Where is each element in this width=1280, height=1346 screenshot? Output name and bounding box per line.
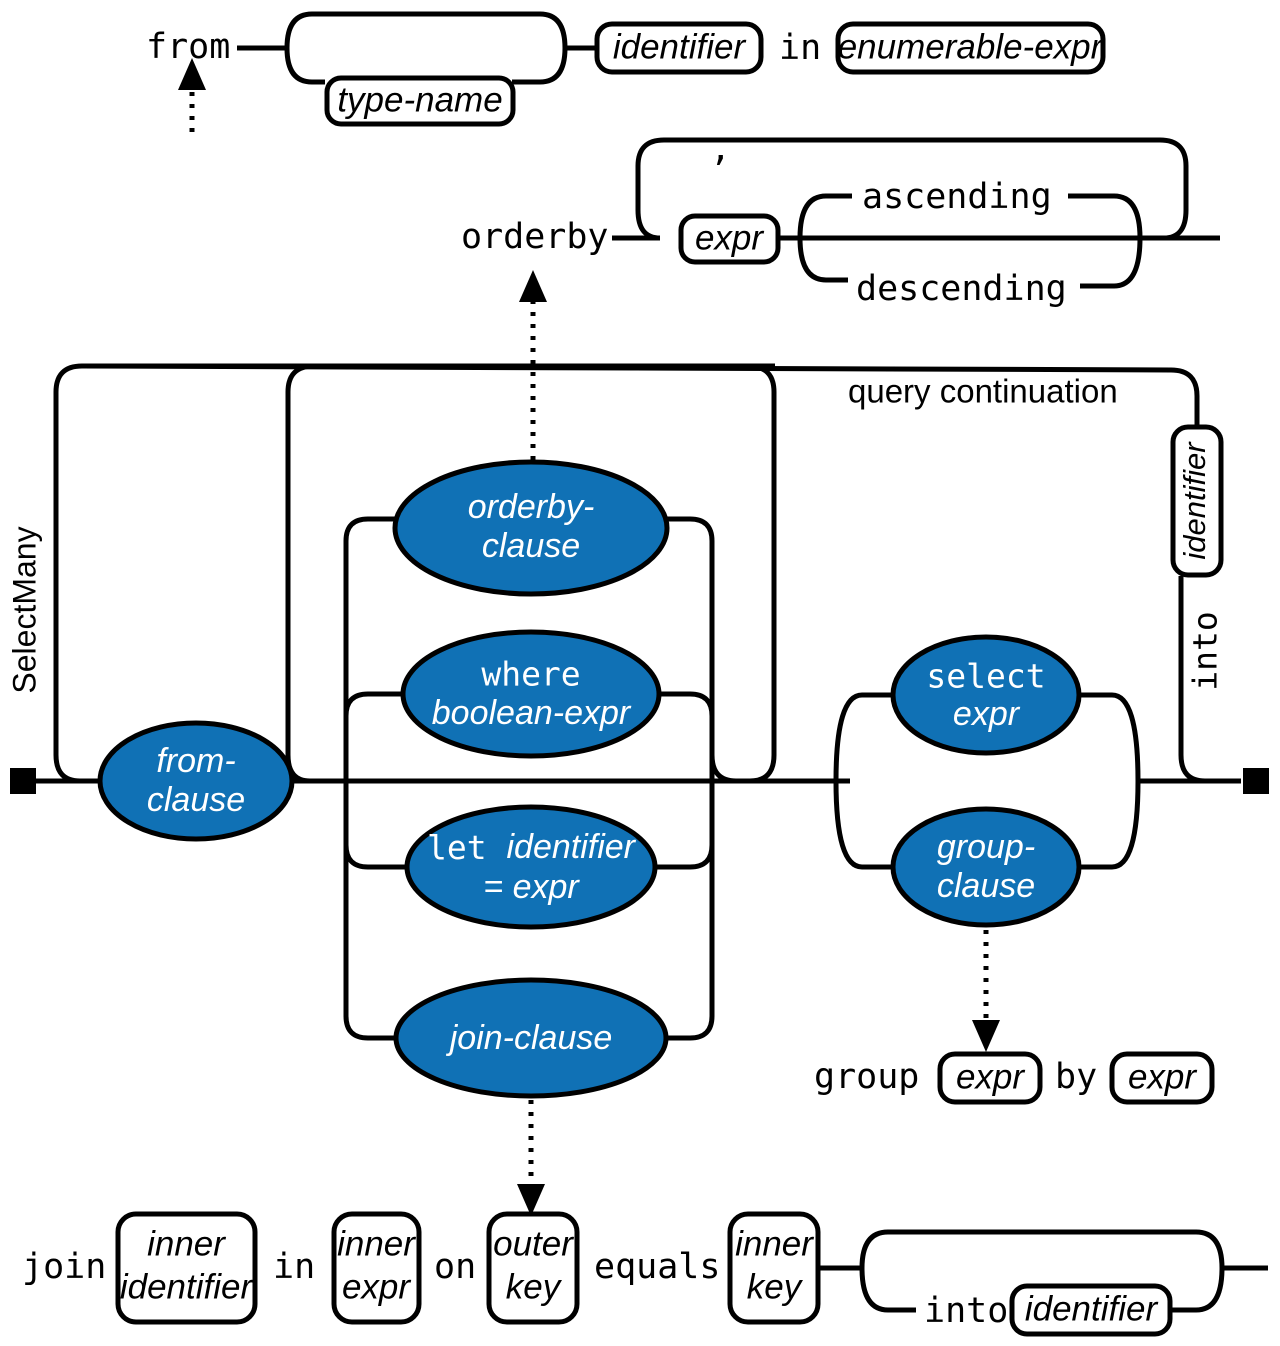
join-clause-expansion: join inner identifier in inner expr on o… bbox=[22, 1100, 1268, 1337]
orderby-clause-expansion: orderby , expr ascending descending bbox=[461, 129, 1220, 460]
let-bubble-line2: = expr bbox=[483, 868, 580, 906]
selectmany-label: SelectMany bbox=[6, 526, 42, 693]
join-keyword: join bbox=[22, 1247, 106, 1287]
join-inner-key-line1: inner bbox=[735, 1224, 814, 1263]
from-bypass-branch bbox=[284, 11, 568, 49]
join-outer-key-line1: outer bbox=[493, 1224, 574, 1263]
orderby-branch-left bbox=[343, 516, 412, 781]
join-pointer-arrow bbox=[517, 1184, 545, 1216]
orderby-descending-label: descending bbox=[856, 269, 1067, 309]
join-inner-expr-line1: inner bbox=[337, 1224, 416, 1263]
let-branch-left bbox=[343, 781, 412, 870]
join-into-identifier-label: identifier bbox=[1025, 1289, 1159, 1328]
select-bubble-line1: select bbox=[926, 657, 1045, 696]
orderby-ascending-left bbox=[797, 193, 852, 239]
join-into-keyword: into bbox=[924, 1291, 1008, 1331]
end-terminal bbox=[1243, 768, 1269, 794]
join-outer-key-line2: key bbox=[506, 1267, 563, 1306]
group-branch-right bbox=[1070, 780, 1141, 870]
select-bubble-line2: expr bbox=[953, 695, 1021, 733]
let-bubble-line1: let identifier bbox=[427, 828, 637, 867]
continuation-identifier-label: identifier bbox=[1177, 441, 1212, 560]
join-into-branch-left bbox=[859, 1267, 916, 1313]
railroad-diagram-page: from type-name identifier in enumerable-… bbox=[0, 0, 1280, 1346]
orderby-bubble-line1: orderby- bbox=[468, 488, 595, 526]
enumerable-expr-label: enumerable-expr bbox=[838, 27, 1104, 66]
let-identifier-text: identifier bbox=[506, 828, 636, 866]
from-clause-expansion: from type-name identifier in enumerable-… bbox=[146, 11, 1106, 132]
join-equals-keyword: equals bbox=[594, 1247, 720, 1287]
from-typename-branch-left bbox=[284, 47, 325, 85]
type-name-label: type-name bbox=[337, 80, 502, 119]
orderby-descending-right bbox=[1080, 237, 1143, 289]
orderby-expr-label: expr bbox=[695, 218, 764, 257]
group-by-keyword: by bbox=[1055, 1057, 1097, 1097]
group-keyword: group bbox=[814, 1057, 919, 1097]
main-query-rail: SelectMany from- clause orderby- clause … bbox=[6, 363, 1269, 1099]
where-branch-left bbox=[343, 691, 412, 781]
from-identifier-label: identifier bbox=[613, 27, 747, 66]
join-inner-expr-line2: expr bbox=[342, 1267, 411, 1306]
from-keyword: from bbox=[146, 27, 230, 67]
orderby-descending-left bbox=[797, 237, 848, 283]
in-keyword: in bbox=[779, 28, 821, 68]
orderby-pointer-arrow bbox=[519, 270, 547, 302]
group-bubble-line2: clause bbox=[937, 867, 1035, 905]
join-in-keyword: in bbox=[273, 1247, 315, 1287]
group-bubble-line1: group- bbox=[937, 828, 1035, 866]
group-branch-left bbox=[833, 780, 902, 870]
where-branch-right bbox=[652, 691, 715, 781]
from-typename-branch-right bbox=[512, 47, 568, 85]
join-into-branch-right bbox=[1170, 1267, 1225, 1313]
orderby-bubble-line2: clause bbox=[482, 527, 580, 565]
where-bubble-line2: boolean-expr bbox=[432, 694, 632, 732]
orderby-branch-right bbox=[650, 516, 737, 784]
join-bubble-label: join-clause bbox=[446, 1019, 613, 1057]
orderby-ascending-label: ascending bbox=[862, 177, 1052, 217]
orderby-ascending-right bbox=[1068, 193, 1143, 239]
join-inner-key-line2: key bbox=[747, 1267, 804, 1306]
join-into-bypass bbox=[859, 1229, 1225, 1269]
join-inner-identifier-line2: identifier bbox=[120, 1267, 254, 1306]
orderby-keyword: orderby bbox=[461, 217, 609, 257]
let-branch-right bbox=[652, 781, 715, 870]
join-branch-left bbox=[343, 781, 412, 1041]
group-expr2-label: expr bbox=[1128, 1057, 1197, 1096]
group-clause-expansion: group expr by expr bbox=[814, 930, 1215, 1105]
from-clause-bubble-line1: from- bbox=[156, 742, 235, 780]
let-keyword-text: let bbox=[427, 828, 506, 867]
join-branch-right bbox=[652, 781, 715, 1041]
join-inner-identifier-line1: inner bbox=[147, 1224, 226, 1263]
select-branch-right bbox=[1072, 692, 1141, 782]
join-on-keyword: on bbox=[434, 1247, 476, 1287]
orderby-comma-label: , bbox=[710, 129, 731, 169]
select-branch-left bbox=[833, 692, 902, 782]
query-continuation-label: query continuation bbox=[848, 373, 1118, 410]
group-pointer-arrow bbox=[972, 1020, 1000, 1052]
from-clause-bubble-line2: clause bbox=[147, 781, 245, 819]
where-bubble-line1: where bbox=[481, 655, 580, 694]
group-expr1-label: expr bbox=[956, 1057, 1025, 1096]
into-keyword-label: into bbox=[1186, 611, 1225, 690]
start-terminal bbox=[10, 768, 36, 794]
